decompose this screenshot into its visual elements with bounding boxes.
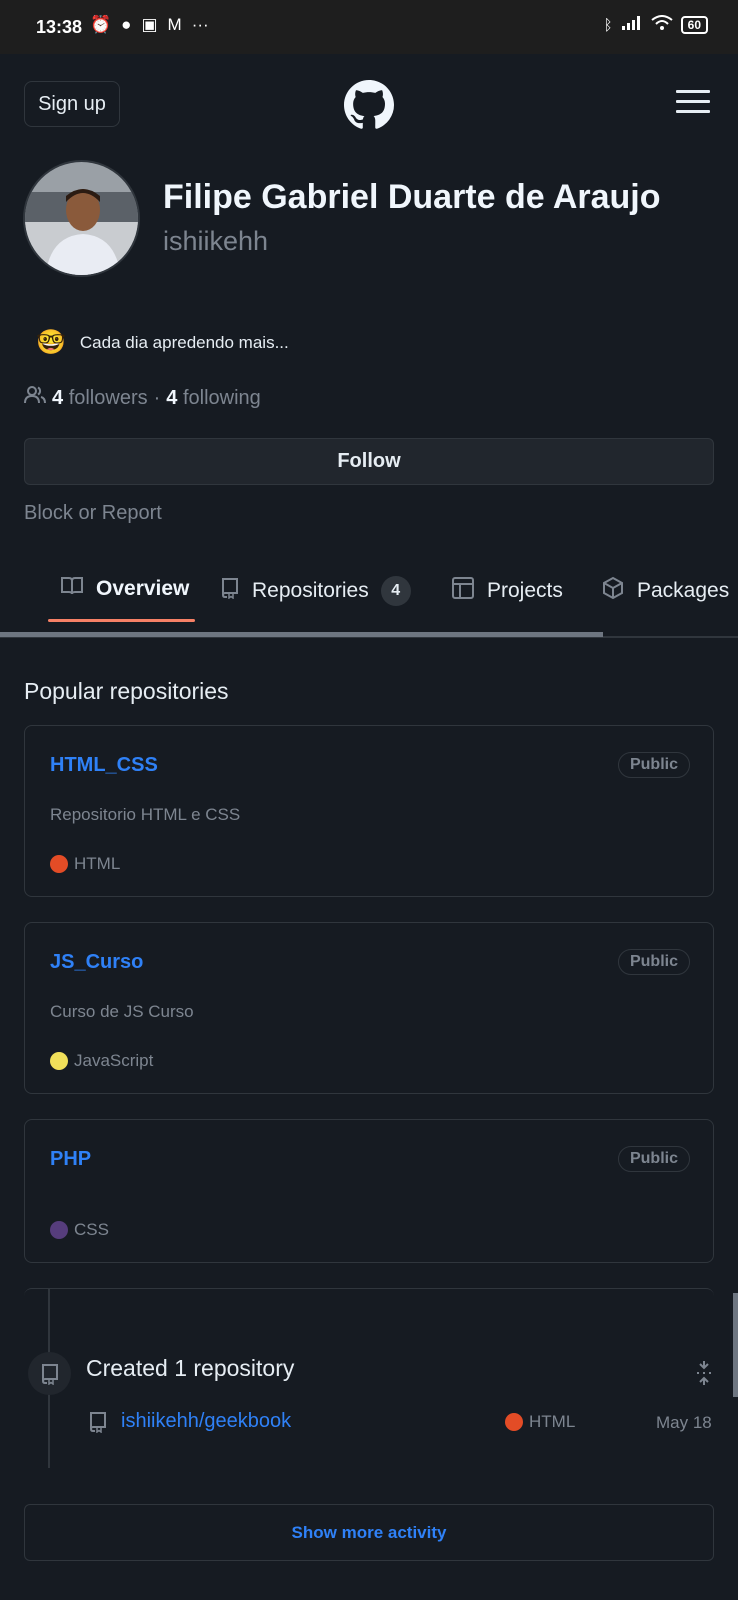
status-bar: 13:38 ⏰ ● ▣ M ··· ᛒ 60	[0, 0, 738, 54]
nerd-face-emoji: 🤓	[36, 329, 66, 356]
battery-icon: 60	[680, 16, 708, 34]
tab-repositories[interactable]: Repositories 4	[220, 576, 411, 606]
tab-packages-label: Packages	[637, 579, 730, 602]
followers-count: 4	[52, 386, 64, 409]
page-scrollbar[interactable]	[733, 1293, 738, 1397]
following-count: 4	[166, 386, 178, 409]
language-color-dot	[50, 1052, 68, 1070]
popular-repositories-heading: Popular repositories	[24, 678, 229, 704]
book-icon	[60, 576, 84, 602]
activity-repo-link[interactable]: ishiikehh/geekbook	[121, 1410, 291, 1433]
tab-repositories-label: Repositories	[252, 579, 369, 602]
tab-projects-label: Projects	[487, 579, 563, 602]
signup-button[interactable]: Sign up	[24, 81, 120, 127]
repositories-counter: 4	[380, 576, 411, 606]
system-icons: ᛒ 60	[604, 15, 708, 35]
language-label: HTML	[74, 854, 121, 873]
repo-card: HTML_CSS Public Repositorio HTML e CSS H…	[24, 725, 714, 897]
repo-name-link[interactable]: HTML_CSS	[50, 754, 158, 777]
language-label: HTML	[529, 1412, 576, 1431]
profile-status: 🤓 Cada dia apredendo mais...	[36, 330, 289, 356]
card-edge	[24, 1288, 714, 1296]
language-color-dot	[50, 855, 68, 873]
language-color-dot	[505, 1413, 523, 1431]
gmail-icon: M	[167, 15, 182, 34]
repo-description: Repositorio HTML e CSS	[50, 805, 241, 824]
following-label: following	[182, 386, 261, 409]
people-icon	[24, 385, 46, 411]
fold-icon[interactable]	[694, 1360, 714, 1386]
activity-repo-language: HTML	[505, 1412, 575, 1432]
repo-icon	[88, 1411, 108, 1438]
app-icon: ▣	[141, 15, 158, 34]
top-nav: Sign up	[0, 54, 738, 154]
activity-date: May 18	[656, 1413, 712, 1432]
wifi-icon	[651, 15, 673, 35]
package-icon	[601, 576, 625, 606]
status-text: Cada dia apredendo mais...	[79, 333, 289, 352]
alarm-icon: ⏰	[90, 15, 112, 34]
repo-language: HTML	[50, 854, 120, 874]
language-label: JavaScript	[74, 1051, 154, 1070]
hamburger-menu-icon[interactable]	[676, 90, 710, 114]
tab-overview-label: Overview	[96, 577, 190, 600]
followers-label: followers	[68, 386, 148, 409]
table-icon	[451, 576, 475, 606]
repo-language: JavaScript	[50, 1051, 153, 1071]
language-color-dot	[50, 1221, 68, 1239]
profile-full-name: Filipe Gabriel Duarte de Araujo	[163, 178, 661, 216]
followers-link[interactable]: 4 followers	[52, 387, 148, 410]
repo-icon	[220, 577, 240, 605]
profile-tabs: Overview Repositories 4 Projects Package…	[0, 560, 738, 638]
activity-title: Created 1 repository	[86, 1355, 295, 1381]
visibility-badge: Public	[617, 1146, 690, 1172]
tab-overview[interactable]: Overview	[60, 576, 189, 602]
more-dots-icon: ···	[191, 15, 209, 34]
block-or-report-link[interactable]: Block or Report	[24, 502, 162, 525]
repo-name-link[interactable]: PHP	[50, 1148, 91, 1171]
repo-language: CSS	[50, 1220, 109, 1240]
active-tab-indicator	[48, 619, 195, 622]
repo-card: PHP Public CSS	[24, 1119, 714, 1263]
language-label: CSS	[74, 1220, 109, 1239]
separator: ·	[153, 386, 161, 409]
show-more-activity-button[interactable]: Show more activity	[24, 1504, 714, 1561]
bluetooth-icon: ᛒ	[603, 16, 613, 34]
follow-button[interactable]: Follow	[24, 438, 714, 485]
tab-packages[interactable]: Packages	[601, 576, 729, 606]
avatar[interactable]	[23, 160, 140, 277]
github-logo-icon[interactable]	[344, 80, 394, 130]
visibility-badge: Public	[617, 949, 690, 975]
reddit-icon: ●	[121, 15, 132, 34]
following-link[interactable]: 4 following	[166, 387, 261, 410]
signal-icon	[621, 15, 643, 35]
repo-name-link[interactable]: JS_Curso	[50, 951, 143, 974]
repo-description: Curso de JS Curso	[50, 1002, 194, 1021]
visibility-badge: Public	[617, 752, 690, 778]
profile-username: ishiikehh	[163, 226, 269, 256]
notification-icons: ⏰ ● ▣ M ···	[90, 15, 209, 35]
repo-icon	[28, 1352, 71, 1395]
repo-card: JS_Curso Public Curso de JS Curso JavaSc…	[24, 922, 714, 1094]
tabs-scrollbar[interactable]	[0, 632, 603, 637]
follow-stats: 4 followers · 4 following	[24, 385, 261, 411]
status-time: 13:38	[36, 17, 83, 37]
tab-projects[interactable]: Projects	[451, 576, 563, 606]
